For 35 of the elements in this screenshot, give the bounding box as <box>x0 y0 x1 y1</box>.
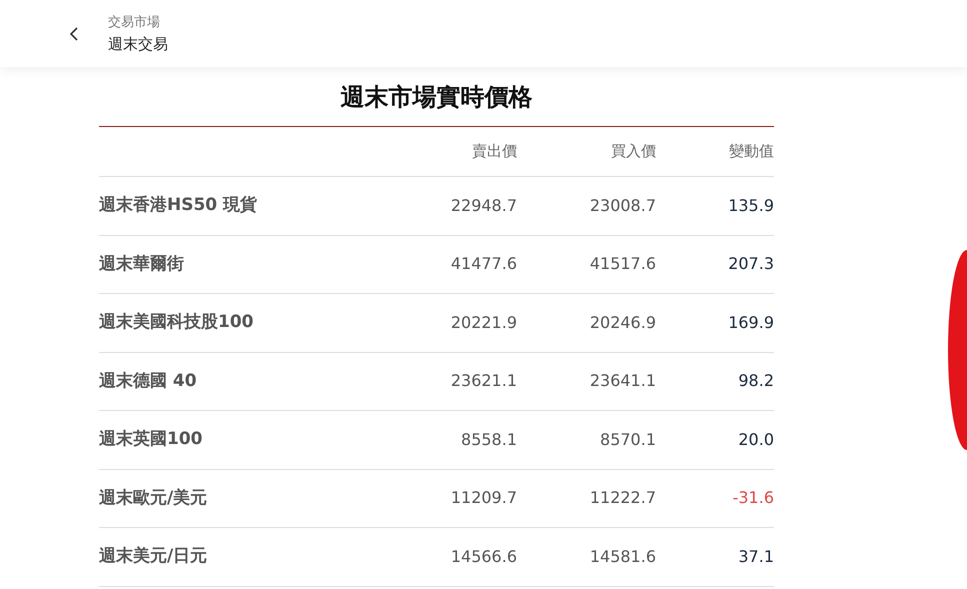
change-value: 20.0 <box>737 428 774 451</box>
change-value: 207.3 <box>727 253 774 276</box>
change-value: -31.6 <box>732 487 774 510</box>
breadcrumb-link[interactable]: 交易市場 <box>108 12 168 32</box>
market-name: 週末華爾街 <box>99 252 185 276</box>
change-value: 37.1 <box>737 546 774 568</box>
price-value: 23641.1 <box>588 370 656 392</box>
change-value: 169.9 <box>727 312 774 334</box>
market-name: 週末美國科技股100 <box>99 311 254 334</box>
column-header: 變動值 <box>728 141 774 162</box>
price-value: 20221.9 <box>450 312 517 334</box>
price-value: 14581.6 <box>588 546 656 568</box>
price-value: 8570.1 <box>599 428 656 451</box>
change-value: 135.9 <box>727 194 774 217</box>
column-header: 買入價 <box>610 141 656 162</box>
price-value: 22948.7 <box>450 194 517 217</box>
price-value: 14566.6 <box>450 546 517 568</box>
price-value: 41477.6 <box>450 253 517 276</box>
back-icon[interactable] <box>70 26 78 40</box>
price-value: 23621.1 <box>450 370 517 392</box>
column-header: 賣出價 <box>471 141 517 162</box>
price-value: 23008.7 <box>588 194 656 217</box>
market-name: 週末歐元/美元 <box>99 486 208 510</box>
price-value: 11222.7 <box>588 487 656 510</box>
market-name: 週末英國100 <box>99 428 204 451</box>
table-title: 週末市場實時價格 <box>340 82 532 112</box>
change-value: 98.2 <box>737 370 774 392</box>
market-name: 週末香港HS50 現貨 <box>99 194 258 217</box>
price-value: 41517.6 <box>588 253 656 276</box>
market-name: 週末德國 40 <box>99 370 198 392</box>
price-value: 8558.1 <box>460 428 517 451</box>
market-name: 週末美元/日元 <box>99 545 208 568</box>
price-value: 11209.7 <box>450 487 517 510</box>
page-title: 週末交易 <box>108 34 168 54</box>
price-value: 20246.9 <box>588 312 656 334</box>
